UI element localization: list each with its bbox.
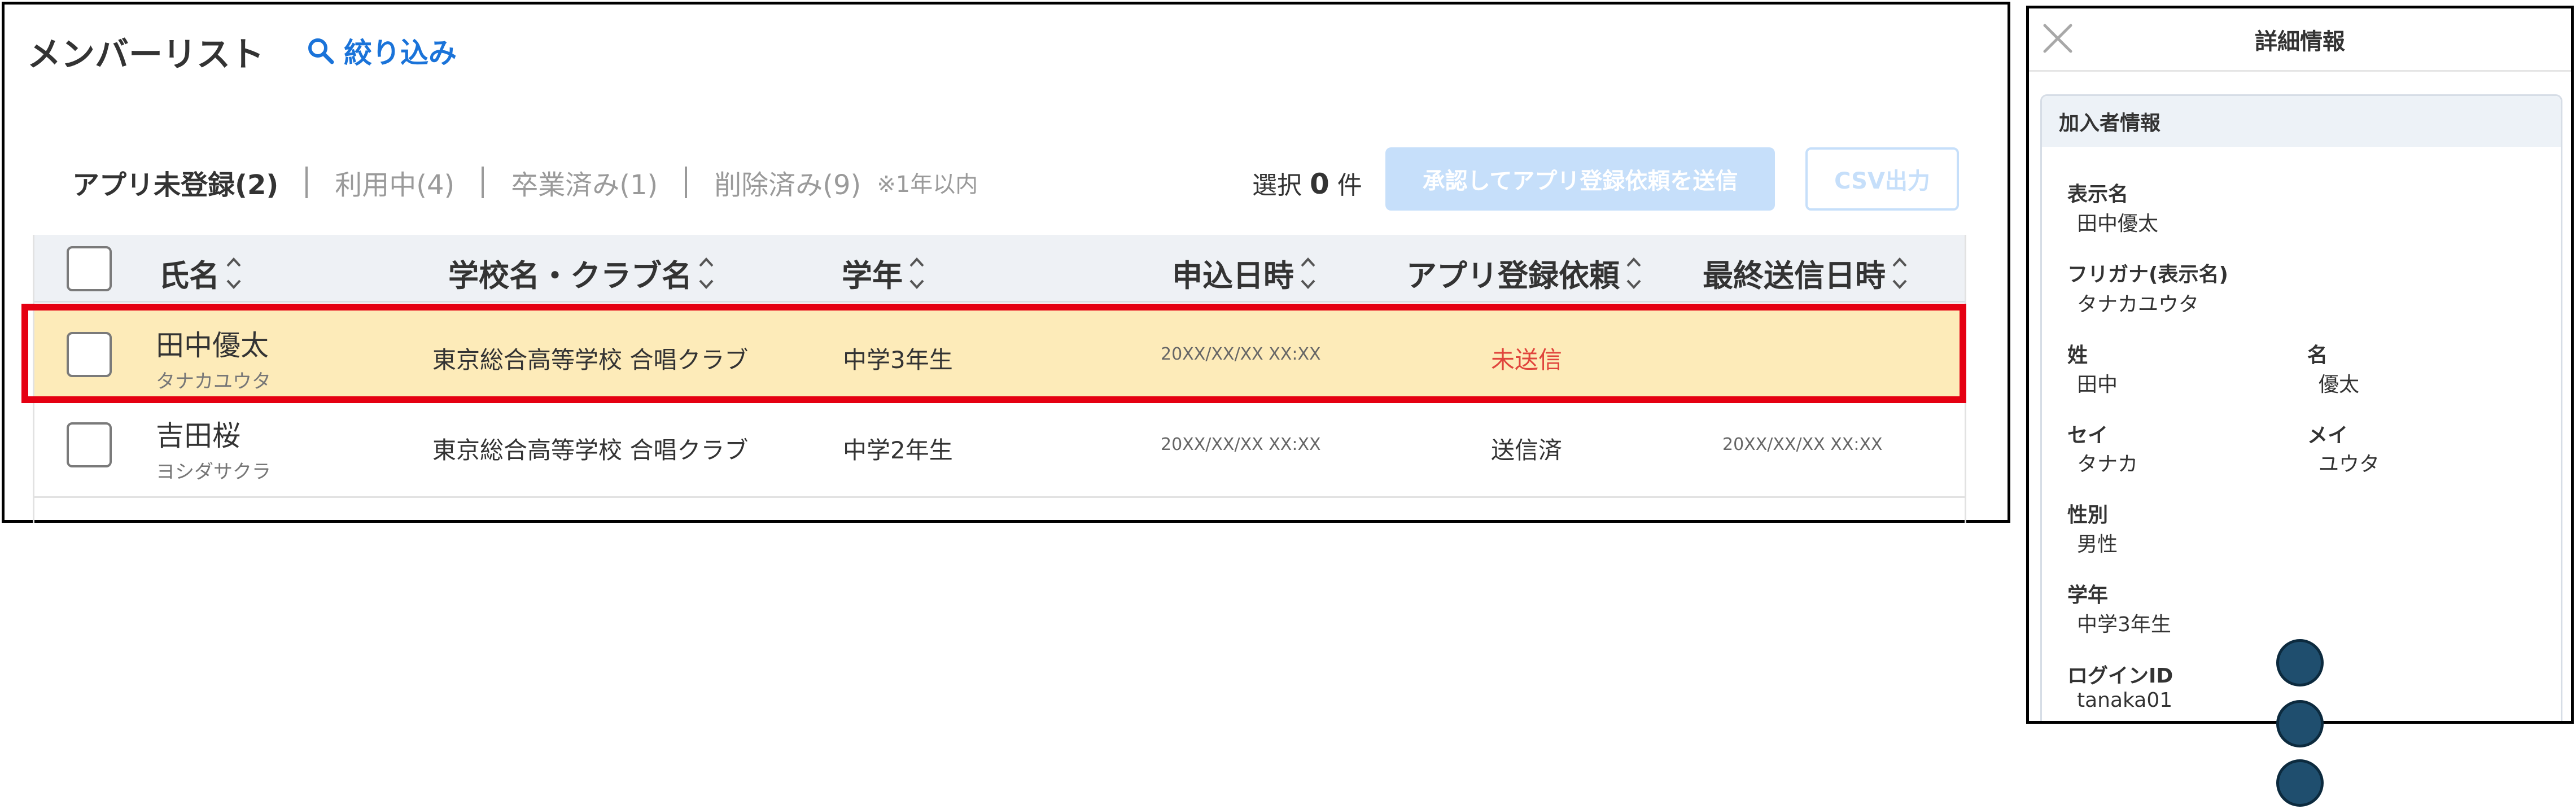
- member-name: 田中優太: [156, 329, 269, 362]
- field-label-login-id: ログインID: [2067, 664, 2173, 688]
- filter-button[interactable]: 絞り込み: [307, 30, 457, 71]
- member-table: 氏名 学校名・クラブ名 学年 申込日時 アプリ登録依頼 最終送信日時 田中優太 …: [33, 235, 1966, 523]
- filter-label: 絞り込み: [344, 37, 457, 69]
- field-label-last-name: 姓: [2067, 344, 2088, 367]
- deleted-tab-note: ※1年以内: [877, 172, 978, 198]
- member-list-panel: メンバーリスト 絞り込み アプリ未登録(2) 利用中(4) 卒業済み(1) 削除…: [2, 2, 2010, 523]
- field-value-first-name-kana: ユウタ: [2319, 453, 2380, 476]
- field-label-last-name-kana: セイ: [2067, 424, 2109, 447]
- field-label-furigana: フリガナ(表示名): [2067, 263, 2228, 286]
- field-value-display-name: 田中優太: [2077, 212, 2159, 235]
- row-checkbox[interactable]: [67, 332, 112, 377]
- field-label-first-name-kana: メイ: [2307, 424, 2348, 447]
- column-header-label: 氏名: [159, 258, 220, 294]
- subscriber-info-section: 加入者情報 表示名 田中優太 フリガナ(表示名) タナカユウタ 姓 田中 名 優…: [2040, 94, 2562, 721]
- row-checkbox[interactable]: [67, 422, 112, 467]
- csv-export-button[interactable]: CSV出力: [1805, 147, 1959, 211]
- section-title: 加入者情報: [2042, 96, 2561, 147]
- selection-suffix: 件: [1337, 171, 1362, 200]
- status-tabs: アプリ未登録(2) 利用中(4) 卒業済み(1) 削除済み(9) ※1年以内: [72, 163, 978, 202]
- field-value-last-name: 田中: [2077, 373, 2118, 396]
- column-header-name[interactable]: 氏名: [159, 251, 242, 295]
- grade-cell: 中学3年生: [843, 346, 953, 374]
- field-value-gender: 男性: [2077, 533, 2118, 556]
- detail-panel: 詳細情報 加入者情報 表示名 田中優太 フリガナ(表示名) タナカユウタ 姓 田…: [2026, 6, 2574, 724]
- request-status-cell: 未送信: [1491, 346, 1563, 374]
- column-header-label: 最終送信日時: [1703, 258, 1886, 294]
- detail-title: 詳細情報: [2255, 29, 2345, 55]
- sort-icon: [699, 257, 714, 289]
- column-header-label: アプリ登録依頼: [1406, 258, 1620, 294]
- sort-icon: [1892, 257, 1907, 289]
- sort-icon: [1301, 257, 1315, 289]
- field-value-furigana: タナカユウタ: [2077, 293, 2199, 316]
- tab-divider: [305, 167, 308, 198]
- tab-unregistered[interactable]: アプリ未登録(2): [72, 163, 278, 202]
- column-header-request-status[interactable]: アプリ登録依頼: [1406, 251, 1642, 295]
- detail-header: 詳細情報: [2029, 8, 2571, 72]
- table-header: 氏名 学校名・クラブ名 学年 申込日時 アプリ登録依頼 最終送信日時: [34, 235, 1965, 303]
- applied-at-cell: 20XX/XX/XX XX:XX: [1161, 344, 1321, 364]
- school-club-cell: 東京総合高等学校 合唱クラブ: [432, 346, 749, 374]
- column-header-label: 申込日時: [1172, 258, 1294, 294]
- tab-divider: [685, 167, 688, 198]
- request-status-cell: 送信済: [1491, 436, 1563, 464]
- field-label-first-name: 名: [2307, 344, 2328, 367]
- member-kana: ヨシダサクラ: [156, 461, 271, 483]
- field-value-last-name-kana: タナカ: [2077, 453, 2138, 476]
- column-header-last-sent[interactable]: 最終送信日時: [1703, 251, 1908, 295]
- field-label-display-name: 表示名: [2067, 183, 2129, 206]
- tab-graduated[interactable]: 卒業済み(1): [511, 163, 658, 202]
- table-row[interactable]: 吉田桜 ヨシダサクラ 東京総合高等学校 合唱クラブ 中学2年生 20XX/XX/…: [34, 405, 1965, 498]
- member-name-cell: 田中優太 タナカユウタ: [156, 323, 271, 393]
- field-label-gender: 性別: [2067, 504, 2109, 527]
- more-indicator-dot: [2276, 759, 2324, 807]
- more-indicator-dot: [2276, 639, 2324, 686]
- sort-icon: [1626, 257, 1641, 289]
- tab-deleted[interactable]: 削除済み(9): [714, 163, 861, 202]
- search-icon: [308, 38, 334, 64]
- select-all-checkbox[interactable]: [67, 246, 112, 291]
- school-club-cell: 東京総合高等学校 合唱クラブ: [432, 436, 749, 464]
- field-value-login-id: tanaka01: [2077, 689, 2173, 712]
- selection-count-display: 選択 0 件: [1252, 165, 1362, 201]
- member-kana: タナカユウタ: [156, 370, 271, 393]
- column-header-label: 学校名・クラブ名: [448, 258, 692, 294]
- tab-in-use[interactable]: 利用中(4): [335, 163, 454, 202]
- sort-icon: [226, 257, 241, 289]
- more-indicator-dot: [2276, 700, 2324, 747]
- column-header-applied-at[interactable]: 申込日時: [1172, 251, 1317, 295]
- last-sent-cell: 20XX/XX/XX XX:XX: [1722, 435, 1883, 454]
- selection-count: 0: [1310, 168, 1329, 200]
- member-name: 吉田桜: [156, 419, 240, 452]
- sort-icon: [909, 257, 924, 289]
- column-header-school[interactable]: 学校名・クラブ名: [448, 251, 715, 295]
- field-label-grade: 学年: [2067, 584, 2109, 607]
- field-value-first-name: 優太: [2319, 373, 2360, 396]
- field-value-grade: 中学3年生: [2077, 613, 2171, 636]
- approve-and-send-button[interactable]: 承認してアプリ登録依頼を送信: [1385, 147, 1775, 211]
- grade-cell: 中学2年生: [843, 436, 953, 464]
- page-title: メンバーリスト: [27, 35, 264, 75]
- applied-at-cell: 20XX/XX/XX XX:XX: [1161, 435, 1321, 454]
- member-name-cell: 吉田桜 ヨシダサクラ: [156, 413, 271, 484]
- table-row[interactable]: 田中優太 タナカユウタ 東京総合高等学校 合唱クラブ 中学3年生 20XX/XX…: [34, 308, 1965, 401]
- selection-prefix: 選択: [1252, 171, 1302, 200]
- column-header-label: 学年: [842, 258, 903, 294]
- column-header-grade[interactable]: 学年: [842, 251, 925, 295]
- tab-divider: [482, 167, 484, 198]
